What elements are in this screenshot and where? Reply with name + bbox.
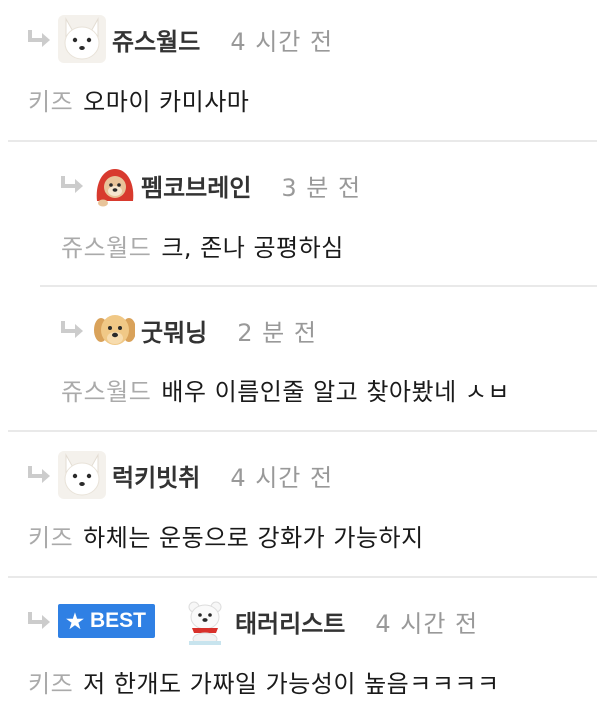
- comment-body: 키즈 하체는 운동으로 강화가 가능하지: [28, 518, 424, 553]
- comment-text: 오마이 카미사마: [83, 88, 250, 116]
- comment-nickname[interactable]: 펨코브레인: [141, 168, 251, 203]
- comment-divider: [8, 140, 597, 142]
- reply-arrow-icon: [28, 466, 50, 483]
- comment-timestamp: 4 시간 전: [230, 27, 334, 56]
- comment-nickname[interactable]: 굿뭐닝: [141, 313, 207, 348]
- reply-arrow-icon: [28, 612, 50, 629]
- comment-header: 럭키빗취 4 시간 전: [26, 448, 333, 502]
- reply-arrow-icon: [61, 176, 83, 193]
- best-badge: ★ BEST: [58, 604, 155, 638]
- golden-retriever-puppy-avatar[interactable]: [91, 306, 135, 354]
- reply-arrow-icon: [28, 30, 50, 47]
- comment-timestamp: 2 분 전: [237, 318, 317, 347]
- reply-arrow-icon: [61, 321, 83, 338]
- comment-divider: [40, 285, 597, 287]
- comment-timestamp: 3 분 전: [281, 173, 362, 202]
- comment-divider: [8, 430, 597, 432]
- comment-text: 크, 존나 공평하심: [161, 234, 344, 262]
- comment-mention[interactable]: 키즈: [28, 88, 73, 116]
- comment-text: 하체는 운동으로 강화가 가능하지: [83, 524, 424, 552]
- comment-body: 키즈 오마이 카미사마: [28, 82, 249, 117]
- best-badge-label: BEST: [89, 609, 146, 632]
- comment-mention[interactable]: 쥬스월드: [61, 234, 151, 262]
- comment-mention[interactable]: 키즈: [28, 670, 73, 698]
- comment-mention[interactable]: 키즈: [28, 524, 73, 552]
- comment-timestamp: 4 시간 전: [375, 609, 479, 638]
- comment-text: 저 한개도 가짜일 가능성이 높음ㅋㅋㅋㅋ: [83, 670, 500, 698]
- star-icon: ★: [66, 610, 84, 633]
- comment-nickname[interactable]: 럭키빗취: [112, 458, 200, 493]
- comment-nickname[interactable]: 태러리스트: [235, 604, 345, 639]
- comment-mention[interactable]: 쥬스월드: [61, 378, 151, 406]
- polar-bear-with-red-scarf-avatar[interactable]: [180, 597, 229, 645]
- white-fox-avatar[interactable]: [58, 451, 106, 499]
- comment-timestamp: 4 시간 전: [230, 463, 334, 492]
- comment-nickname[interactable]: 쥬스월드: [112, 22, 200, 57]
- comment-text: 배우 이름인줄 알고 찾아봤네 ㅅㅂ: [161, 378, 510, 406]
- comment-header: ★ BEST 태러리스트 4 시간 전: [26, 594, 478, 648]
- comment-header: 굿뭐닝 2 분 전: [59, 303, 317, 357]
- comment-divider: [8, 576, 597, 578]
- comment-body: 쥬스월드 배우 이름인줄 알고 찾아봤네 ㅅㅂ: [61, 372, 510, 407]
- comment-header: 펨코브레인 3 분 전: [59, 158, 361, 212]
- white-fox-avatar[interactable]: [58, 15, 106, 63]
- comment-body: 키즈 저 한개도 가짜일 가능성이 높음ㅋㅋㅋㅋ: [28, 664, 500, 699]
- puppy-in-red-hood-avatar[interactable]: [91, 161, 135, 209]
- comment-body: 쥬스월드 크, 존나 공평하심: [61, 228, 344, 263]
- comment-header: 쥬스월드 4 시간 전: [26, 12, 333, 66]
